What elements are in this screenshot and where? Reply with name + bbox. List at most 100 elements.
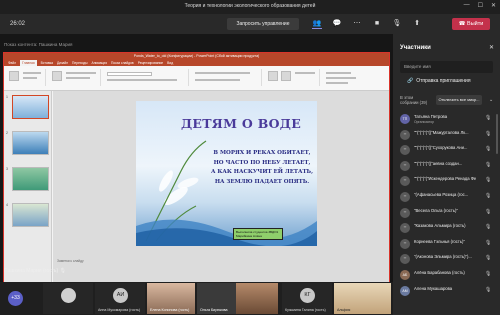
avatar: "" bbox=[400, 160, 410, 171]
more-icon[interactable]: ⋯ bbox=[352, 19, 362, 29]
window-title: Теория и технологии экологического образ… bbox=[184, 3, 316, 9]
share-invite-label: Отправка приглашения bbox=[416, 78, 471, 84]
video-tile[interactable] bbox=[43, 283, 93, 314]
participant-name: "(Афанасьева Розица (гос... bbox=[414, 191, 469, 197]
participant-role: Организатор bbox=[414, 120, 434, 124]
ribbon-line bbox=[23, 72, 41, 74]
poem-line: А КАК НАСКУЧИТ ЕЙ ЛЕТАТЬ, bbox=[210, 169, 314, 176]
slide-thumbnail[interactable] bbox=[12, 131, 49, 155]
avatar: АМ bbox=[400, 285, 410, 296]
participant-name: Корнеева Гэльнья (гость)" bbox=[414, 238, 465, 244]
window-controls: — ☐ ✕ bbox=[464, 2, 496, 9]
video-tile[interactable]: КГ Кузьмина Галина (гость) bbox=[282, 283, 332, 314]
mic-off-icon: 🎙 bbox=[485, 146, 492, 153]
people-icon[interactable]: 👥 bbox=[312, 19, 322, 29]
avatar: "" bbox=[400, 176, 410, 187]
avatar: "" bbox=[400, 238, 410, 249]
ribbon-line bbox=[326, 77, 356, 79]
slide-thumbnail[interactable] bbox=[12, 167, 49, 191]
participant-row[interactable]: АМ Алена Мукашарова 🎙 bbox=[393, 284, 500, 300]
avatar: АБ bbox=[400, 269, 410, 280]
leave-button[interactable]: ☎ Выйти bbox=[452, 18, 490, 30]
participant-name: Алена Мукашарова bbox=[414, 285, 453, 291]
participant-row[interactable]: "" ""("("("("Искендерова Ренада Фе... 🎙 bbox=[393, 174, 500, 190]
thumb-number: 4 bbox=[6, 203, 8, 207]
slide-thumbnail[interactable] bbox=[12, 203, 49, 227]
participant-row[interactable]: "" "Казакова Альмира (гость) 🎙 bbox=[393, 221, 500, 237]
mic-off-icon: 🎙 bbox=[485, 208, 492, 215]
participant-list: ТП Татьяна Петрова Организатор 🎙 "" ""("… bbox=[393, 112, 500, 299]
video-tile[interactable]: АИ Анна Мукомарова (гость) bbox=[95, 283, 145, 314]
share-invite-button[interactable]: 🔗 Отправка приглашения bbox=[407, 78, 471, 84]
window-title-bar: Теория и технологии экологического образ… bbox=[0, 0, 500, 14]
slide-thumbnail[interactable] bbox=[12, 95, 49, 119]
tile-avatar: КГ bbox=[300, 288, 315, 303]
close-icon[interactable]: ✕ bbox=[491, 2, 496, 9]
participant-name: ""("("("("Искендерова Ренада Фе... bbox=[414, 176, 476, 182]
tile-name: Ольга Бирюкова bbox=[200, 308, 228, 312]
avatar: "" bbox=[400, 207, 410, 218]
thumb-number: 2 bbox=[6, 131, 8, 135]
avatar: "" bbox=[400, 254, 410, 265]
video-tile-camera[interactable]: Альфия bbox=[334, 283, 391, 314]
ribbon-group-slides bbox=[49, 69, 101, 86]
camera-icon[interactable]: ■ bbox=[372, 19, 382, 29]
participant-row[interactable]: ТП Татьяна Петрова Организатор 🎙 bbox=[393, 112, 500, 128]
poem-line: НА ЗЕМЛЮ ПАДАЕТ ОПЯТЬ. bbox=[214, 179, 310, 186]
arrange-icon[interactable] bbox=[281, 71, 291, 81]
request-control-button[interactable]: Запросить управление bbox=[227, 18, 299, 30]
avatar: "" bbox=[400, 145, 410, 156]
participant-name: "(Аконова Эльмира (гость)")... bbox=[414, 254, 472, 260]
mute-all-button[interactable]: Отключить все микр... bbox=[436, 95, 482, 105]
participant-row[interactable]: "" ""("("("("(("аевна создан... 🎙 bbox=[393, 159, 500, 175]
search-input[interactable]: Введите имя bbox=[400, 61, 493, 73]
slide-poem: В МОРЯХ И РЕКАХ ОБИТАЕТ, НО ЧАСТО ПО НЕБ… bbox=[202, 149, 317, 188]
current-slide[interactable]: ДЕТЯМ О ВОДЕ В МОРЯХ И РЕКАХ ОБИТАЕТ, НО… bbox=[136, 101, 317, 246]
more-participants-badge[interactable]: +33 bbox=[8, 291, 23, 306]
close-icon[interactable]: ✕ bbox=[489, 44, 494, 51]
participant-row[interactable]: "" ""("("("("(("Мажурталова Лк... 🎙 bbox=[393, 128, 500, 144]
call-toolbar: 26:02 Запросить управление 👥 💬 ⋯ ■ 🎙 ⬆ ☎… bbox=[0, 14, 500, 34]
new-slide-icon[interactable] bbox=[52, 71, 62, 81]
participant-row[interactable]: "" "Весела Ольга (гость)" 🎙 bbox=[393, 206, 500, 222]
shapes-icon[interactable] bbox=[268, 71, 278, 81]
chat-icon[interactable]: 💬 bbox=[332, 19, 342, 29]
poem-line: НО ЧАСТО ПО НЕБУ ЛЕТАЕТ, bbox=[213, 159, 311, 166]
avatar: "" bbox=[400, 223, 410, 234]
mic-icon: 🎙 bbox=[59, 268, 66, 274]
chevron-down-icon[interactable]: ⌄ bbox=[489, 97, 493, 103]
ribbon-group-font bbox=[104, 69, 189, 86]
ppt-title-bar: Ponds_Water_to_old (Конфигурации) - Powe… bbox=[4, 53, 389, 60]
link-icon: 🔗 bbox=[407, 78, 414, 84]
participant-row[interactable]: "" "(Аконова Эльмира (гость)")... 🎙 bbox=[393, 252, 500, 268]
font-selector[interactable] bbox=[107, 72, 152, 76]
avatar: ТП bbox=[400, 114, 410, 124]
mic-off-icon: 🎙 bbox=[485, 192, 492, 199]
presenter-name: Пашкина Мария (гость) 🎙 bbox=[4, 268, 66, 274]
mic-icon[interactable]: 🎙 bbox=[392, 19, 402, 29]
mic-off-icon: 🎙 bbox=[485, 239, 492, 246]
video-tile-camera[interactable]: Елена Кононова (гость) bbox=[147, 283, 195, 314]
minimize-icon[interactable]: — bbox=[464, 2, 470, 9]
participant-row[interactable]: "" "(Афанасьева Розица (гос... 🎙 bbox=[393, 190, 500, 206]
ribbon-line bbox=[107, 79, 177, 81]
slide-notes[interactable]: Заметки к слайду bbox=[53, 259, 389, 265]
leave-label: Выйти bbox=[467, 21, 484, 27]
ribbon-line bbox=[66, 77, 90, 79]
participant-strip: +33 АИ Анна Мукомарова (гость) Елена Кон… bbox=[0, 282, 393, 315]
mic-off-icon: 🎙 bbox=[485, 161, 492, 168]
video-tile-camera[interactable] bbox=[236, 283, 278, 314]
ribbon-line bbox=[66, 72, 96, 74]
ribbon-line bbox=[326, 72, 351, 74]
paste-icon[interactable] bbox=[9, 71, 19, 81]
participant-name: ""("("("("(("аевна создан... bbox=[414, 160, 463, 166]
thumb-number: 1 bbox=[6, 95, 8, 99]
share-icon[interactable]: ⬆ bbox=[412, 19, 422, 29]
mic-off-icon: 🎙 bbox=[485, 224, 492, 231]
maximize-icon[interactable]: ☐ bbox=[478, 2, 483, 9]
participant-row[interactable]: "" Корнеева Гэльнья (гость)" 🎙 bbox=[393, 237, 500, 253]
section-title: В этом собрании (39) bbox=[400, 95, 428, 105]
participant-row[interactable]: АБ Алёна Барабанова (гость) 🎙 bbox=[393, 268, 500, 284]
slide-editor: ДЕТЯМ О ВОДЕ В МОРЯХ И РЕКАХ ОБИТАЕТ, НО… bbox=[53, 91, 389, 284]
participant-row[interactable]: "" ""("("("("(("Сухорукова Ани... 🎙 bbox=[393, 143, 500, 159]
